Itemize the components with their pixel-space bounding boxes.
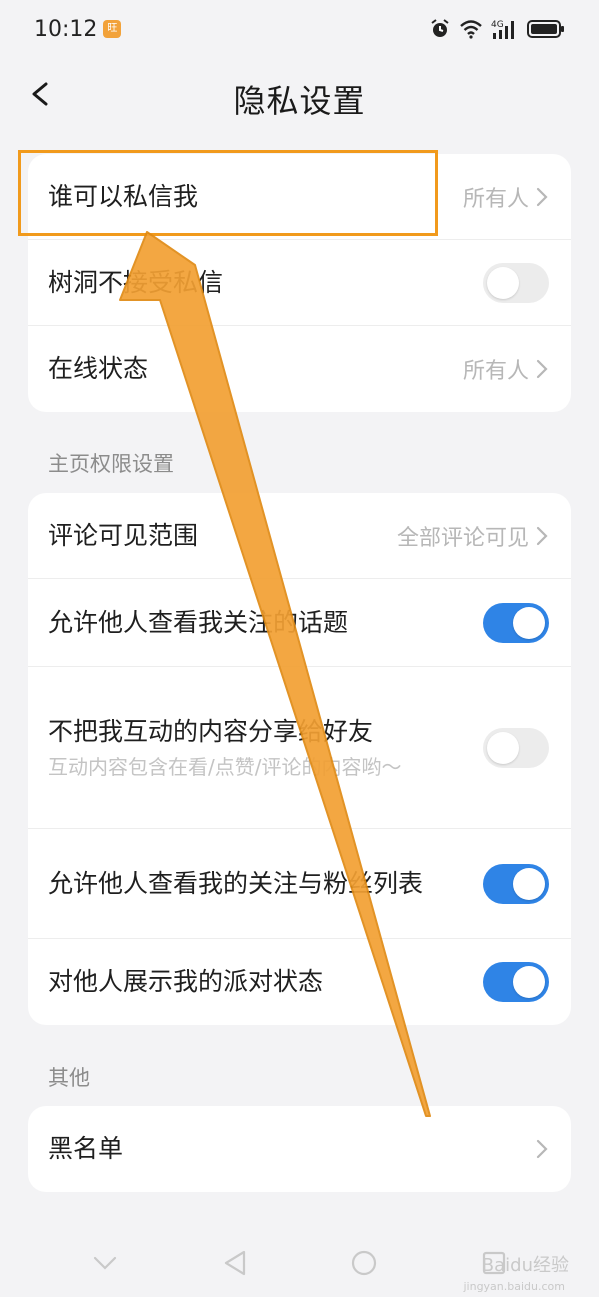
- signal-4g-icon: 4G: [491, 20, 514, 39]
- chevron-right-icon: [536, 359, 548, 379]
- row-label: 对他人展示我的派对状态: [48, 967, 324, 996]
- row-label: 允许他人查看我关注的话题: [48, 607, 349, 637]
- chevron-right-icon: [536, 1139, 548, 1159]
- treehole-messages-toggle[interactable]: [483, 262, 549, 303]
- home-permissions-card: 评论可见范围 全部评论可见 允许他人查看我关注的话题 不把我互动的内容分享给好友…: [28, 493, 571, 1025]
- party-status-toggle[interactable]: [483, 962, 549, 1002]
- other-card: 黑名单: [28, 1106, 571, 1192]
- nav-back-button[interactable]: [205, 1238, 265, 1288]
- row-party-status: 对他人展示我的派对状态: [28, 939, 571, 1025]
- row-label: 不把我互动的内容分享给好友: [48, 716, 374, 746]
- row-treehole-no-messages: 树洞不接受私信: [28, 240, 571, 326]
- wifi-icon: [460, 20, 482, 39]
- status-bar: 10:12 旺 4G: [0, 0, 599, 58]
- row-who-can-message[interactable]: 谁可以私信我 所有人: [28, 154, 571, 240]
- follow-fans-list-toggle[interactable]: [483, 863, 549, 904]
- triangle-back-icon: [224, 1250, 245, 1276]
- chevron-right-icon: [536, 526, 548, 545]
- messaging-settings-card: 谁可以私信我 所有人 树洞不接受私信 在线状态 所有人: [28, 154, 571, 412]
- watermark-sub: jingyan.baidu.com: [463, 1280, 565, 1293]
- row-follow-fans-list: 允许他人查看我的关注与粉丝列表: [28, 829, 571, 939]
- status-time: 10:12: [34, 16, 98, 42]
- alarm-icon: [431, 19, 449, 37]
- nav-home-button[interactable]: [334, 1238, 394, 1288]
- page-title: 隐私设置: [233, 82, 366, 120]
- section-header-other: 其他: [48, 1066, 90, 1090]
- row-comment-visibility[interactable]: 评论可见范围 全部评论可见: [28, 493, 571, 579]
- row-blacklist[interactable]: 黑名单: [28, 1106, 571, 1192]
- status-icons: 4G: [429, 18, 565, 40]
- notification-badge: 旺: [103, 20, 122, 38]
- section-header-home-permissions: 主页权限设置: [48, 452, 174, 476]
- share-interactions-toggle[interactable]: [483, 727, 549, 768]
- row-value: 所有人: [462, 186, 529, 212]
- row-label: 黑名单: [48, 1134, 124, 1163]
- watermark: Baidu经验: [481, 1255, 569, 1276]
- followed-topics-toggle[interactable]: [483, 602, 549, 643]
- row-online-status[interactable]: 在线状态 所有人: [28, 326, 571, 412]
- row-share-interactions: 不把我互动的内容分享给好友 互动内容包含在看/点赞/评论的内容哟～: [28, 667, 571, 829]
- row-label: 在线状态: [48, 354, 149, 383]
- battery-icon: [527, 20, 564, 38]
- nav-bar: 隐私设置: [0, 58, 599, 134]
- circle-home-icon: [352, 1250, 377, 1276]
- chevron-down-icon: [93, 1256, 116, 1270]
- row-followed-topics: 允许他人查看我关注的话题: [28, 579, 571, 667]
- row-label: 树洞不接受私信: [48, 267, 224, 297]
- row-label: 评论可见范围: [48, 520, 199, 550]
- svg-text:4G: 4G: [491, 20, 504, 30]
- chevron-right-icon: [536, 187, 548, 206]
- nav-collapse-button[interactable]: [75, 1238, 135, 1288]
- row-value: 全部评论可见: [396, 525, 529, 551]
- row-value: 所有人: [462, 359, 529, 384]
- row-label: 允许他人查看我的关注与粉丝列表: [48, 868, 424, 898]
- row-subtitle: 互动内容包含在看/点赞/评论的内容哟～: [48, 754, 402, 779]
- row-label: 谁可以私信我: [48, 181, 199, 211]
